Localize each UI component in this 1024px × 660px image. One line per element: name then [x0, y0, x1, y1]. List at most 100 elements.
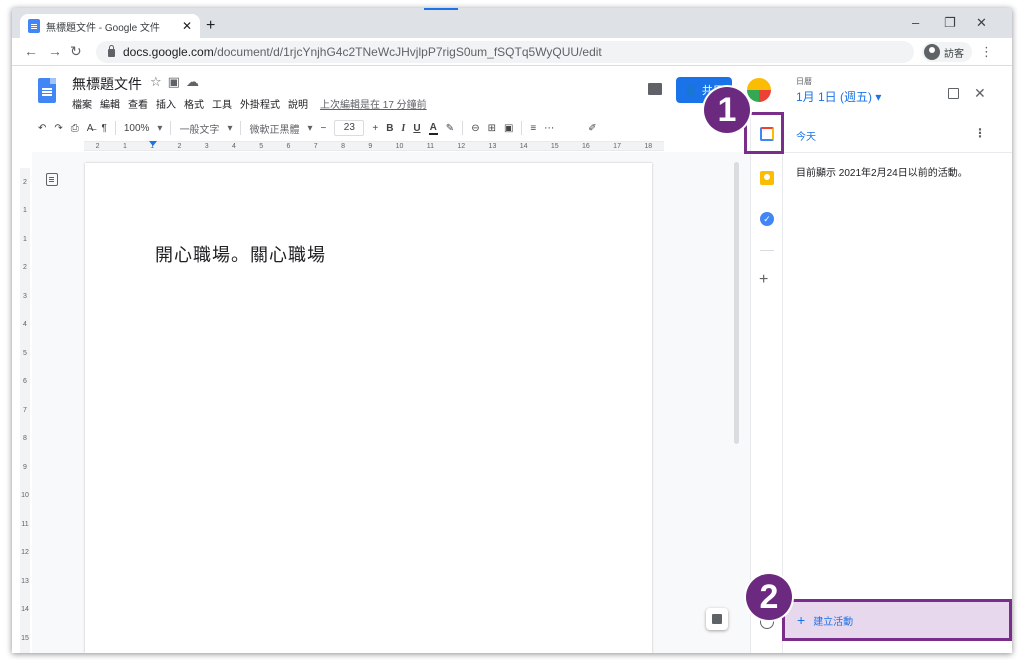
- toolbar-divider: [521, 121, 523, 135]
- last-edit-link[interactable]: 上次編輯是在 17 分鐘前: [320, 96, 427, 111]
- close-icon[interactable]: ✕: [974, 85, 986, 102]
- decrease-font-button[interactable]: −: [321, 123, 327, 134]
- menu-format[interactable]: 格式: [184, 96, 204, 111]
- font-select[interactable]: 微軟正黑體: [249, 121, 299, 136]
- style-select[interactable]: 一般文字: [179, 121, 219, 136]
- menu-addons[interactable]: 外掛程式: [240, 96, 280, 111]
- today-button[interactable]: 今天: [796, 128, 816, 143]
- divider: [784, 152, 1012, 153]
- highlight-icon[interactable]: ✎: [446, 123, 454, 134]
- step-badge-1: 1: [704, 87, 750, 133]
- explore-icon: [712, 614, 722, 624]
- link-icon[interactable]: ⊖: [471, 123, 479, 134]
- document-body-text[interactable]: 開心職場。關心職場: [155, 241, 326, 267]
- screenshot-frame: 無標題文件 - Google 文件 ✕ + – ❐ ✕ ← → ↻ docs.g…: [12, 8, 1012, 653]
- toolbar-divider: [462, 121, 464, 135]
- spellcheck-icon[interactable]: A̶: [87, 123, 94, 134]
- highlight-box-calendar: [744, 112, 784, 154]
- font-size-input[interactable]: 23: [334, 120, 365, 136]
- insert-image-icon[interactable]: ▣: [504, 123, 513, 134]
- add-icon[interactable]: +: [759, 271, 768, 289]
- redo-icon[interactable]: ↷: [54, 123, 62, 134]
- calendar-header-label: 日曆: [796, 77, 812, 86]
- italic-button[interactable]: I: [401, 123, 405, 134]
- align-icon[interactable]: ≡: [530, 123, 536, 134]
- menu-tools[interactable]: 工具: [212, 96, 232, 111]
- side-panel-icons: ✓ +: [750, 113, 783, 653]
- menu-insert[interactable]: 插入: [156, 96, 176, 111]
- menu-edit[interactable]: 編輯: [100, 96, 120, 111]
- menu-help[interactable]: 說明: [288, 96, 308, 111]
- maximize-button[interactable]: ❐: [944, 15, 956, 31]
- comment-icon[interactable]: [648, 83, 662, 95]
- scrollbar[interactable]: [734, 162, 739, 444]
- star-icon[interactable]: ☆: [150, 74, 168, 89]
- more-icon[interactable]: ⋯: [544, 123, 554, 134]
- zoom-select[interactable]: 100%: [124, 123, 150, 134]
- back-icon[interactable]: ←: [24, 43, 38, 59]
- toolbar-divider: [114, 121, 116, 135]
- chevron-down-icon: ▾: [307, 122, 313, 134]
- format-toolbar: ↶ ↷ ⎙ A̶ ¶ 100% ▾ 一般文字 ▾ 微軟正黑體 ▾ − 23 + …: [12, 116, 742, 140]
- toolbar-divider: [170, 121, 172, 135]
- tab-close-icon[interactable]: ✕: [182, 19, 192, 33]
- url-host: docs.google.com: [123, 45, 214, 59]
- horizontal-ruler: 2 1 1 2 3 4 5 6 7 8 9 10 11 12 13 14 15 16 17 18: [84, 141, 664, 151]
- document-page[interactable]: 開心職場。關心職場: [85, 163, 652, 653]
- title-icons: ☆▣☁: [150, 74, 205, 90]
- close-window-button[interactable]: ✕: [976, 15, 987, 31]
- chevron-down-icon: ▾: [227, 122, 233, 134]
- create-event-label: 建立活動: [813, 616, 854, 628]
- calendar-message: 目前顯示 2021年2月24日以前的活動。: [796, 168, 968, 179]
- keep-icon[interactable]: [760, 171, 774, 185]
- toolbar-divider: [240, 121, 242, 135]
- explore-button[interactable]: [706, 608, 728, 630]
- bold-button[interactable]: B: [386, 123, 393, 134]
- person-icon: 👤: [684, 84, 698, 97]
- docs-logo-icon[interactable]: [38, 78, 56, 103]
- print-icon[interactable]: ⎙: [71, 123, 79, 134]
- accent-line: [424, 8, 458, 10]
- menu-bar: 檔案 編輯 查看 插入 格式 工具 外掛程式 說明 上次編輯是在 17 分鐘前: [72, 96, 427, 111]
- chevron-down-icon: ▾: [157, 122, 163, 134]
- docs-tab-icon: [28, 19, 40, 33]
- add-comment-icon[interactable]: ⊞: [488, 123, 496, 134]
- side-divider: [760, 250, 774, 251]
- vertical-ruler: 2 1 1 2 3 4 5 6 7 8 9 10 11 12 13 14 15: [20, 168, 30, 653]
- edit-mode-icon[interactable]: ✐: [588, 123, 596, 134]
- tasks-icon[interactable]: ✓: [760, 212, 774, 226]
- calendar-panel: 日曆 1月 1日 (週五) ▾ ✕ 今天 ⋮ 目前顯示 2021年2月24日以前…: [784, 66, 1012, 653]
- reload-icon[interactable]: ↻: [70, 43, 82, 60]
- menu-view[interactable]: 查看: [128, 96, 148, 111]
- tab-title: 無標題文件 - Google 文件: [46, 22, 160, 34]
- avatar[interactable]: [747, 78, 771, 102]
- create-event-button[interactable]: + 建立活動: [782, 599, 1012, 641]
- paint-format-icon[interactable]: ¶: [101, 123, 106, 134]
- browser-tabstrip: 無標題文件 - Google 文件 ✕ + – ❐ ✕: [12, 8, 1012, 38]
- address-bar: ← → ↻ docs.google.com /document/d/1rjcYn…: [12, 38, 1012, 66]
- guest-label: 訪客: [944, 48, 964, 60]
- browser-menu-icon[interactable]: ⋮: [980, 44, 993, 60]
- browser-tab[interactable]: 無標題文件 - Google 文件 ✕: [20, 14, 200, 38]
- cloud-icon[interactable]: ☁: [186, 74, 205, 89]
- plus-icon: +: [797, 612, 806, 628]
- new-tab-button[interactable]: +: [206, 17, 215, 35]
- step-badge-2: 2: [746, 574, 792, 620]
- folder-icon[interactable]: ▣: [168, 74, 186, 89]
- minimize-button[interactable]: –: [912, 15, 919, 30]
- url-input[interactable]: docs.google.com /document/d/1rjcYnjhG4c2…: [96, 41, 914, 63]
- outline-icon[interactable]: [46, 173, 58, 186]
- menu-file[interactable]: 檔案: [72, 96, 92, 111]
- lock-icon: [108, 45, 115, 57]
- underline-button[interactable]: U: [413, 123, 420, 134]
- more-options-icon[interactable]: ⋮: [974, 126, 986, 140]
- document-title[interactable]: 無標題文件: [72, 74, 142, 94]
- text-color-button[interactable]: A: [428, 122, 438, 135]
- guest-profile-button[interactable]: 訪客: [922, 42, 972, 62]
- url-path: /document/d/1rjcYnjhG4c2TNeWcJHvjlpP7rig…: [213, 45, 602, 59]
- increase-font-button[interactable]: +: [372, 123, 378, 134]
- calendar-date-select[interactable]: 1月 1日 (週五) ▾: [796, 88, 881, 105]
- forward-icon[interactable]: →: [48, 43, 62, 59]
- open-in-new-icon[interactable]: [948, 88, 959, 99]
- undo-icon[interactable]: ↶: [38, 123, 46, 134]
